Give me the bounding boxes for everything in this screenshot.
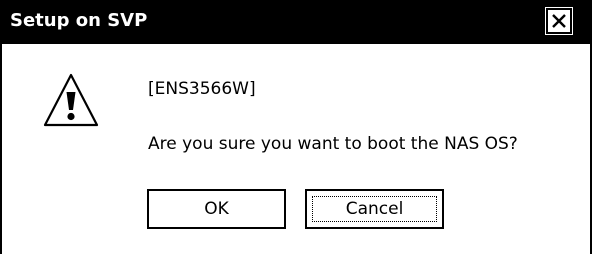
ok-button[interactable]: OK <box>147 189 286 229</box>
confirm-dialog: Setup on SVP [ENS3566W] Are you sure you… <box>0 0 592 254</box>
ok-button-label: OK <box>204 199 229 219</box>
warning-icon <box>43 73 99 127</box>
message-question: Are you sure you want to boot the NAS OS… <box>148 134 518 154</box>
cancel-button[interactable]: Cancel <box>305 189 444 229</box>
close-icon <box>552 14 566 28</box>
title-bar[interactable]: Setup on SVP <box>2 0 590 44</box>
close-button[interactable] <box>545 7 573 35</box>
cancel-button-label: Cancel <box>345 199 404 219</box>
window-title: Setup on SVP <box>10 10 148 31</box>
message-code: [ENS3566W] <box>148 79 256 99</box>
